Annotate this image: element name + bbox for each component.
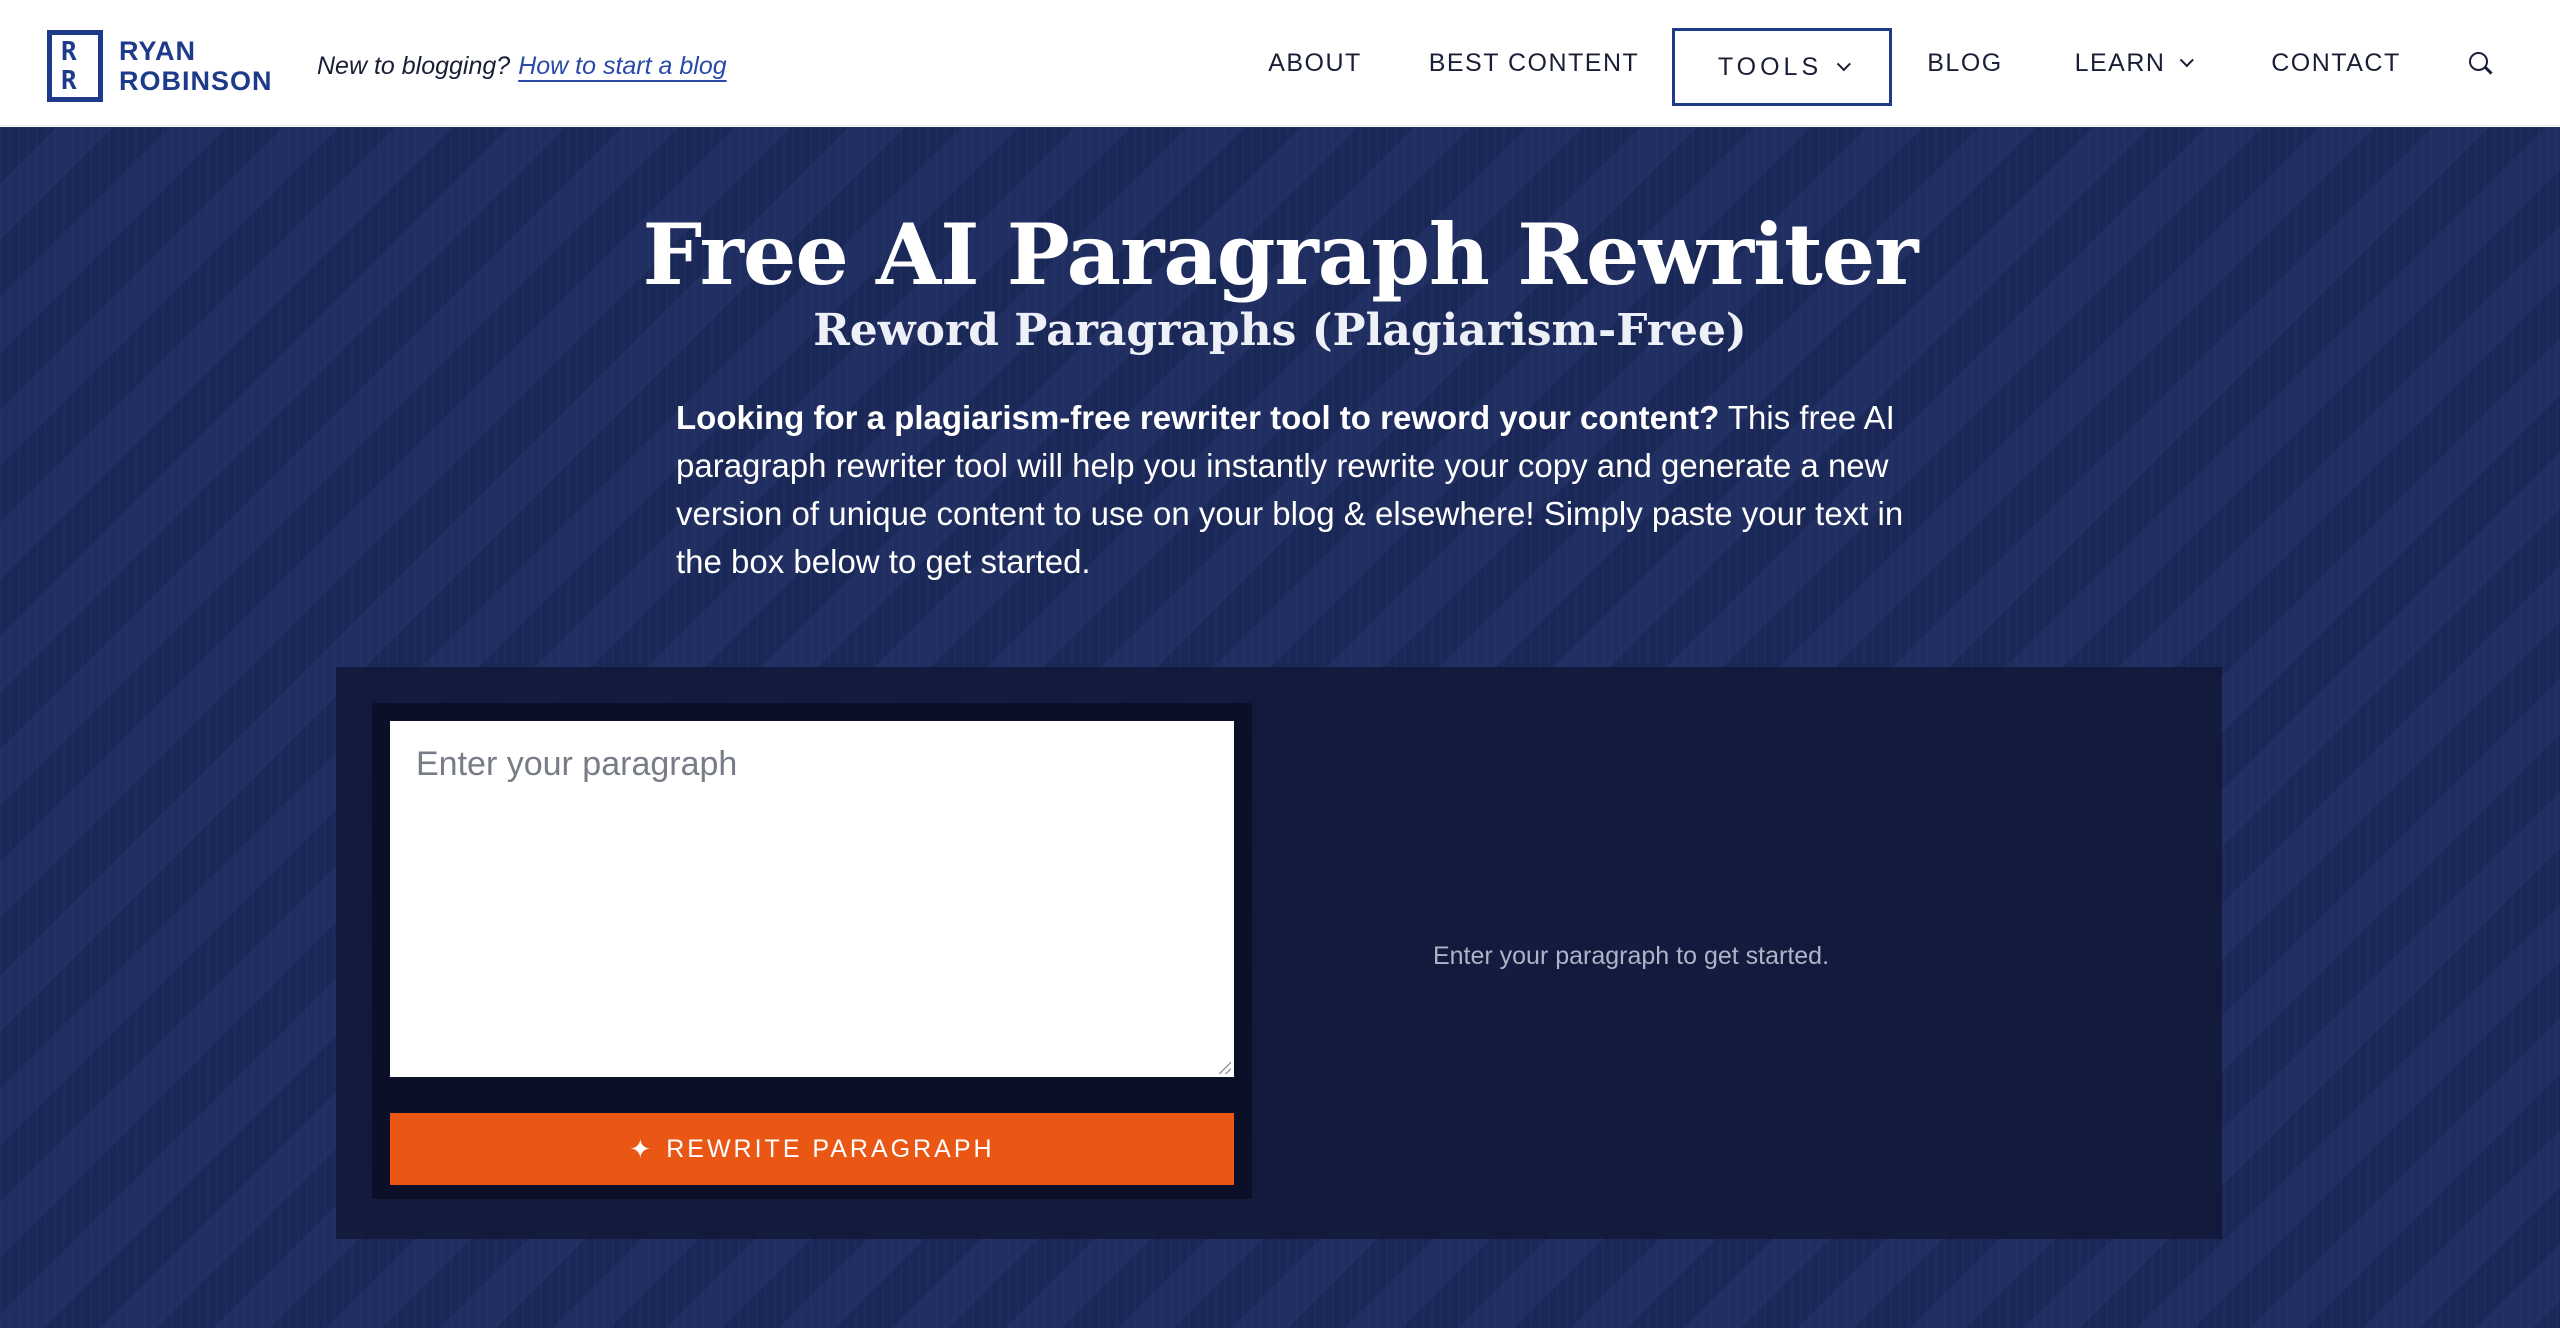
logo-line-1: RYAN <box>119 36 197 66</box>
tagline-text: New to blogging? <box>317 52 511 80</box>
chevron-down-icon <box>1836 57 1852 72</box>
page-subtitle: Reword Paragraphs (Plagiarism-Free) <box>813 305 1747 356</box>
logo-mark-bottom: R <box>61 66 77 96</box>
nav-learn[interactable]: LEARN <box>2062 0 2202 126</box>
site-logo[interactable]: R R RYAN ROBINSON <box>47 30 273 102</box>
hero-section: Free AI Paragraph Rewriter Reword Paragr… <box>0 127 2560 1328</box>
nav-contact[interactable]: CONTACT <box>2262 0 2410 126</box>
hero-description: Looking for a plagiarism-free rewriter t… <box>676 394 1906 586</box>
header-tagline: New to blogging? How to start a blog <box>317 52 727 81</box>
paragraph-input-wrapper <box>390 721 1234 1077</box>
chevron-down-icon <box>2180 53 2195 68</box>
sparkle-icon: ✦ <box>629 1134 655 1164</box>
nav-learn-label: LEARN <box>2074 48 2166 77</box>
logo-mark-top: R <box>61 37 77 67</box>
logo-wordmark: RYAN ROBINSON <box>119 36 273 96</box>
logo-line-2: ROBINSON <box>119 66 273 96</box>
nav-tools-label: TOOLS <box>1717 52 1823 81</box>
rewrite-paragraph-button[interactable]: ✦ REWRITE PARAGRAPH <box>390 1113 1234 1185</box>
output-placeholder-message: Enter your paragraph to get started. <box>1432 942 1830 970</box>
nav-best-content-label: BEST CONTENT <box>1428 48 1640 77</box>
page-title: Free AI Paragraph Rewriter <box>642 205 1919 304</box>
nav-blog[interactable]: BLOG <box>1920 0 2010 126</box>
input-panel: ✦ REWRITE PARAGRAPH <box>372 703 1252 1199</box>
search-button[interactable] <box>2460 0 2500 126</box>
search-icon <box>2469 52 2491 74</box>
nav-blog-label: BLOG <box>1927 48 2003 77</box>
site-header: R R RYAN ROBINSON New to blogging? How to… <box>0 0 2560 126</box>
nav-tools[interactable]: TOOLS <box>1672 28 1892 106</box>
logo-mark-icon: R R <box>47 30 103 102</box>
rewriter-tool-panel: ✦ REWRITE PARAGRAPH Enter your paragraph… <box>336 667 2222 1239</box>
nav-about-label: ABOUT <box>1268 48 1362 77</box>
rewrite-button-label: REWRITE PARAGRAPH <box>666 1134 995 1163</box>
resize-handle[interactable] <box>1217 1060 1231 1074</box>
start-blog-link[interactable]: How to start a blog <box>518 52 726 80</box>
nav-best-content[interactable]: BEST CONTENT <box>1424 0 1644 126</box>
hero-description-bold: Looking for a plagiarism-free rewriter t… <box>676 399 1720 436</box>
nav-about[interactable]: ABOUT <box>1254 0 1376 126</box>
paragraph-input[interactable] <box>390 721 1234 1077</box>
nav-contact-label: CONTACT <box>2271 48 2401 77</box>
